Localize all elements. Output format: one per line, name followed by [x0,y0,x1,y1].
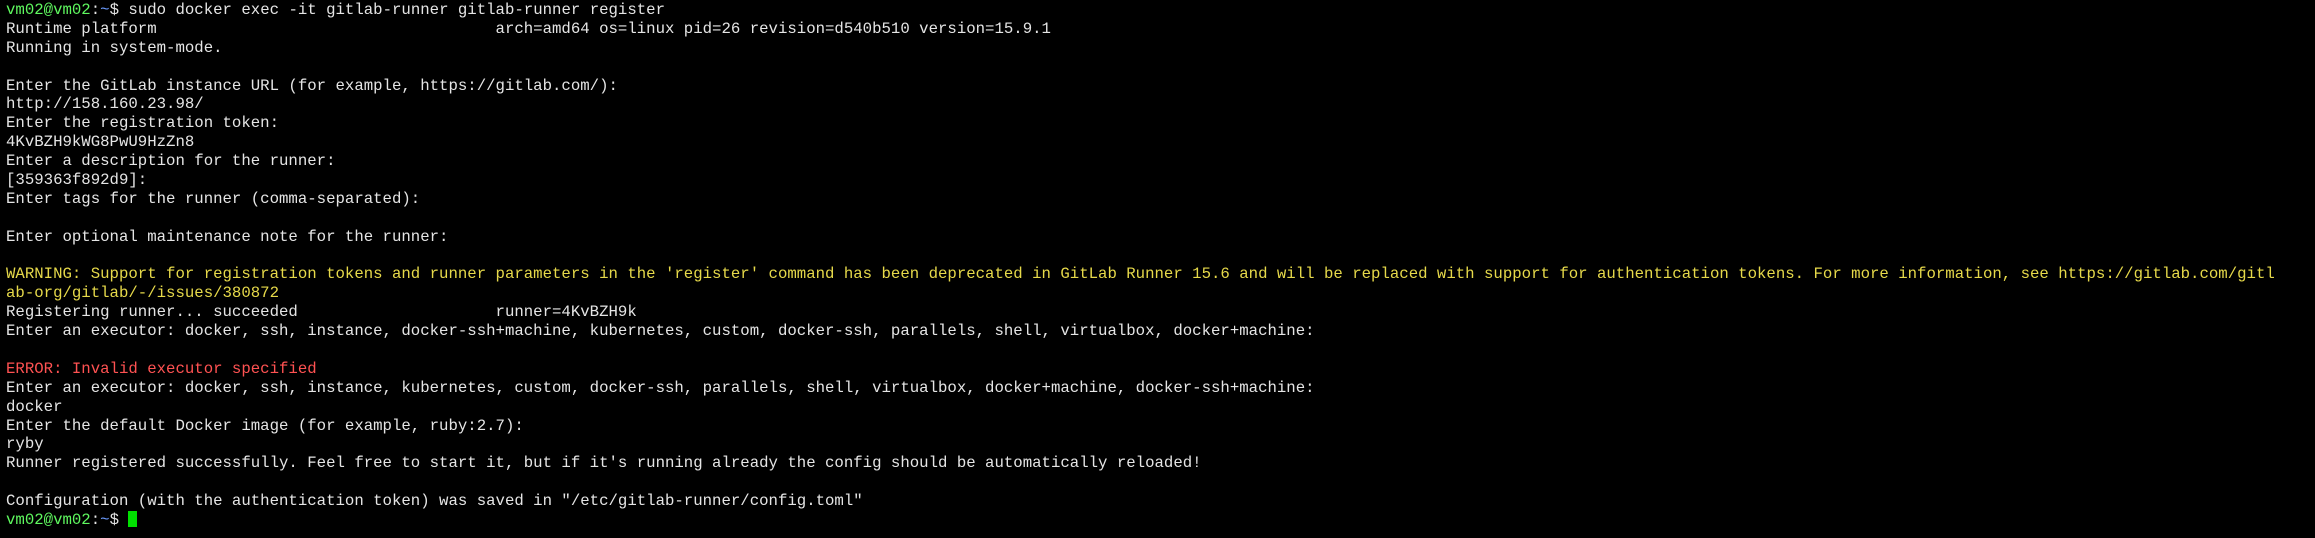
output-blank [6,209,2315,228]
output-error: ERROR: Invalid executor specified [6,359,317,378]
output-blank [6,473,2315,492]
prompt-path: ~ [100,1,110,19]
output-config-saved: Configuration (with the authentication t… [6,492,863,511]
output-description-default: [359363f892d9]: [6,171,148,190]
output-blank [6,58,2315,77]
command-line: vm02@vm02:~$ sudo docker exec -it gitlab… [6,1,2315,20]
prompt-user-host: vm02@vm02 [6,1,91,19]
output-executor-prompt-retry: Enter an executor: docker, ssh, instance… [6,378,1315,397]
output-system-mode: Running in system-mode. [6,38,223,57]
output-token-value: 4KvBZH9kWG8PwU9HzZn8 [6,133,195,152]
output-description-prompt: Enter a description for the runner: [6,152,336,171]
output-url-value: http://158.160.23.98/ [6,95,204,114]
output-url-prompt: Enter the GitLab instance URL (for examp… [6,76,618,95]
output-tags-prompt: Enter tags for the runner (comma-separat… [6,189,421,208]
output-blank [6,341,2315,360]
output-warning: WARNING: Support for registration tokens… [6,265,2275,284]
current-prompt-line[interactable]: vm02@vm02:~$ [6,511,2315,530]
output-blank [6,247,2315,266]
prompt-user-host: vm02@vm02 [6,511,91,530]
terminal-window[interactable]: vm02@vm02:~$ sudo docker exec -it gitlab… [0,0,2315,538]
output-warning-continued: ab-org/gitlab/-/issues/380872 [6,284,280,303]
text-cursor [128,511,138,528]
prompt-symbol: $ [109,511,129,530]
prompt-symbol: $ [109,1,129,19]
prompt-separator: : [90,511,101,530]
output-docker-image-prompt: Enter the default Docker image (for exam… [6,416,524,435]
output-registering-runner: Registering runner... succeeded runner=4… [6,303,637,322]
output-registered-success: Runner registered successfully. Feel fre… [6,454,1202,473]
output-maintenance-note-prompt: Enter optional maintenance note for the … [6,227,449,246]
output-executor-value: docker [6,397,63,416]
command-text: sudo docker exec -it gitlab-runner gitla… [128,1,666,19]
prompt-separator: : [90,1,101,19]
output-executor-prompt: Enter an executor: docker, ssh, instance… [6,322,1315,341]
output-runtime-platform: Runtime platform arch=amd64 os=linux pid… [6,19,1051,38]
output-token-prompt: Enter the registration token: [6,114,280,133]
output-docker-image-value: ryby [6,435,44,454]
prompt-path: ~ [100,511,110,530]
